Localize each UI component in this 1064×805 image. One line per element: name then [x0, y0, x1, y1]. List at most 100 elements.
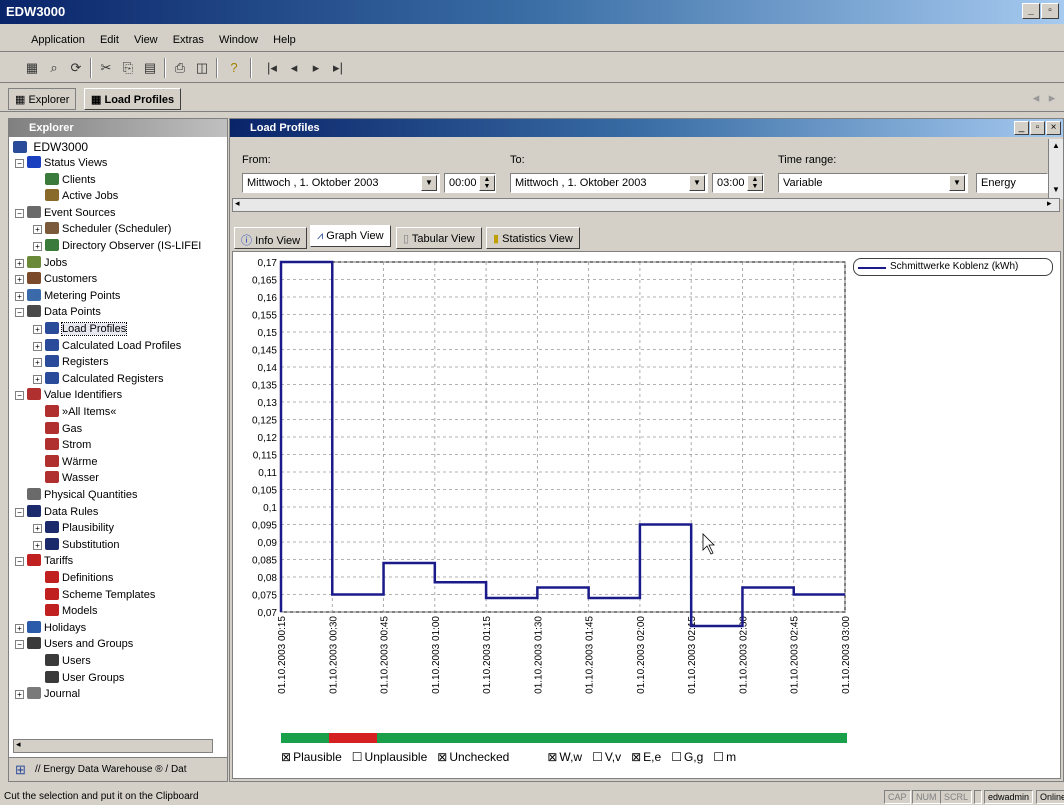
expand-icon[interactable]: +: [15, 258, 24, 268]
tree-item[interactable]: − Status Views: [15, 155, 107, 171]
next-record-icon[interactable]: ▸: [306, 58, 326, 78]
filter-checkbox[interactable]: ⊠ W,w: [547, 750, 582, 764]
collapse-icon[interactable]: −: [15, 391, 24, 401]
to-time-spinner[interactable]: 03:00 ▲ ▼: [712, 173, 764, 193]
tree-item[interactable]: − Tariffs: [15, 553, 73, 569]
tree-item[interactable]: + Metering Points: [15, 288, 120, 304]
filter-checkbox[interactable]: ☐ Unplausible: [352, 750, 427, 764]
to-date-picker[interactable]: Mittwoch , 1. Oktober 2003 ▼: [510, 173, 708, 193]
scroll-down-icon[interactable]: ▼: [1052, 185, 1060, 194]
help-icon[interactable]: ?: [224, 58, 244, 78]
tree-item[interactable]: + Registers: [33, 354, 108, 370]
expand-icon[interactable]: +: [33, 524, 42, 534]
copy-icon[interactable]: ⎘: [118, 58, 138, 78]
filter-checkbox[interactable]: ⊠ Plausible: [281, 750, 342, 764]
print-icon[interactable]: ⎙: [170, 58, 190, 78]
scroll-right-icon[interactable]: ▸: [1047, 198, 1052, 209]
chevron-down-icon[interactable]: ▼: [421, 175, 437, 191]
last-record-icon[interactable]: ▸|: [328, 58, 348, 78]
tree-item[interactable]: Definitions: [33, 570, 113, 586]
expand-icon[interactable]: +: [33, 358, 42, 368]
tab-tabular-view[interactable]: ▯ Tabular View: [396, 227, 482, 249]
expand-icon[interactable]: +: [33, 325, 42, 334]
load-profile-chart[interactable]: 0,07 0,075 0,08 0,085 0,09 0,095 0,1 0,105 0,11 0…: [233, 252, 1062, 780]
find-icon[interactable]: ⌕: [44, 58, 64, 78]
menu-edit[interactable]: Edit: [94, 24, 125, 46]
tree-item[interactable]: Active Jobs: [33, 188, 118, 204]
previous-record-icon[interactable]: ◂: [284, 58, 304, 78]
quantity-select[interactable]: Energy: [976, 173, 1048, 193]
expand-icon[interactable]: +: [15, 623, 24, 633]
filter-checkbox[interactable]: ☐ G,g: [671, 750, 703, 764]
tree-item[interactable]: + Calculated Load Profiles: [33, 338, 181, 354]
expand-icon[interactable]: +: [33, 374, 42, 384]
tree-item[interactable]: − Value Identifiers: [15, 387, 122, 403]
tree-item[interactable]: + Journal: [15, 686, 80, 702]
tab-load-profiles[interactable]: ▦ Load Profiles: [84, 88, 182, 110]
collapse-icon[interactable]: −: [15, 507, 24, 517]
filter-checkbox[interactable]: ☐ m: [713, 750, 736, 764]
tree-item[interactable]: Models: [33, 603, 97, 619]
tree-item[interactable]: Gas: [33, 421, 82, 437]
tree-item[interactable]: − Users and Groups: [15, 636, 133, 652]
scroll-up-icon[interactable]: ▲: [1052, 141, 1060, 150]
scroll-left-icon[interactable]: ◂: [235, 198, 240, 209]
spinner-icon[interactable]: ▲ ▼: [479, 175, 495, 191]
tree-item[interactable]: + Plausibility: [33, 520, 114, 536]
collapse-icon[interactable]: −: [15, 557, 24, 567]
tree-item[interactable]: + Directory Observer (IS-LIFEI: [33, 238, 201, 254]
tree-item[interactable]: User Groups: [33, 670, 124, 686]
tree-item[interactable]: + Jobs: [15, 255, 67, 271]
expand-icon[interactable]: +: [15, 275, 24, 285]
tab-statistics-view[interactable]: ▮ Statistics View: [486, 227, 580, 249]
first-record-icon[interactable]: |◂: [262, 58, 282, 78]
tree-item[interactable]: Wärme: [33, 454, 97, 470]
scroll-left-icon[interactable]: ◂: [16, 739, 21, 750]
time-range-select[interactable]: Variable ▼: [778, 173, 968, 193]
chevron-down-icon[interactable]: ▼: [949, 175, 965, 191]
tree-item[interactable]: − Data Points: [15, 304, 101, 320]
tree-item[interactable]: Physical Quantities: [15, 487, 138, 503]
cut-icon[interactable]: ✂: [96, 58, 116, 78]
tab-scroll-right-icon[interactable]: ▸: [1042, 88, 1062, 108]
from-date-picker[interactable]: Mittwoch , 1. Oktober 2003 ▼: [242, 173, 440, 193]
restore-button[interactable]: ▫: [1041, 3, 1059, 19]
tree-item[interactable]: Clients: [33, 172, 96, 188]
expand-icon[interactable]: +: [33, 242, 42, 251]
tree-item[interactable]: Scheme Templates: [33, 587, 155, 603]
spinner-icon[interactable]: ▲ ▼: [747, 175, 763, 191]
tree-item[interactable]: − Event Sources: [15, 205, 116, 221]
filter-checkbox[interactable]: ⊠ Unchecked: [437, 750, 509, 764]
explorer-icon[interactable]: ▦: [22, 58, 42, 78]
expand-icon[interactable]: +: [33, 225, 42, 235]
panel-close-button[interactable]: ×: [1046, 121, 1061, 135]
filter-checkbox[interactable]: ☐ V,v: [592, 750, 621, 764]
menu-application[interactable]: Application: [25, 24, 91, 46]
tab-graph-view[interactable]: ⩘ Graph View: [310, 225, 391, 247]
expand-icon[interactable]: +: [33, 341, 42, 351]
tree-item[interactable]: Strom: [33, 437, 91, 453]
print-preview-icon[interactable]: ◫: [192, 58, 212, 78]
tree-item[interactable]: »All Items«: [33, 404, 116, 420]
tree-item[interactable]: + Calculated Registers: [33, 371, 164, 387]
tree-item[interactable]: Wasser: [33, 470, 99, 486]
tree-item[interactable]: + Substitution: [33, 537, 119, 553]
panel-minimize-button[interactable]: _: [1014, 121, 1029, 135]
panel-hscrollbar[interactable]: ◂ ▸: [232, 198, 1060, 212]
tab-explorer[interactable]: ▦ Explorer: [8, 88, 77, 110]
tab-info-view[interactable]: ⓘ Info View: [234, 227, 308, 249]
menu-window[interactable]: Window: [213, 24, 264, 46]
tree-item[interactable]: + Customers: [15, 271, 97, 287]
tree-root[interactable]: EDW3000: [13, 139, 88, 155]
expand-icon[interactable]: +: [15, 291, 24, 301]
explorer-hscrollbar[interactable]: ◂: [13, 739, 213, 753]
collapse-icon[interactable]: −: [15, 640, 24, 650]
menu-extras[interactable]: Extras: [167, 24, 210, 46]
tree-item[interactable]: Users: [33, 653, 91, 669]
expand-icon[interactable]: +: [33, 540, 42, 550]
collapse-icon[interactable]: −: [15, 159, 24, 168]
chevron-down-icon[interactable]: ▼: [689, 175, 705, 191]
refresh-icon[interactable]: ⟳: [66, 58, 86, 78]
tree-item[interactable]: + Holidays: [15, 620, 86, 636]
tree-item[interactable]: − Data Rules: [15, 504, 98, 520]
